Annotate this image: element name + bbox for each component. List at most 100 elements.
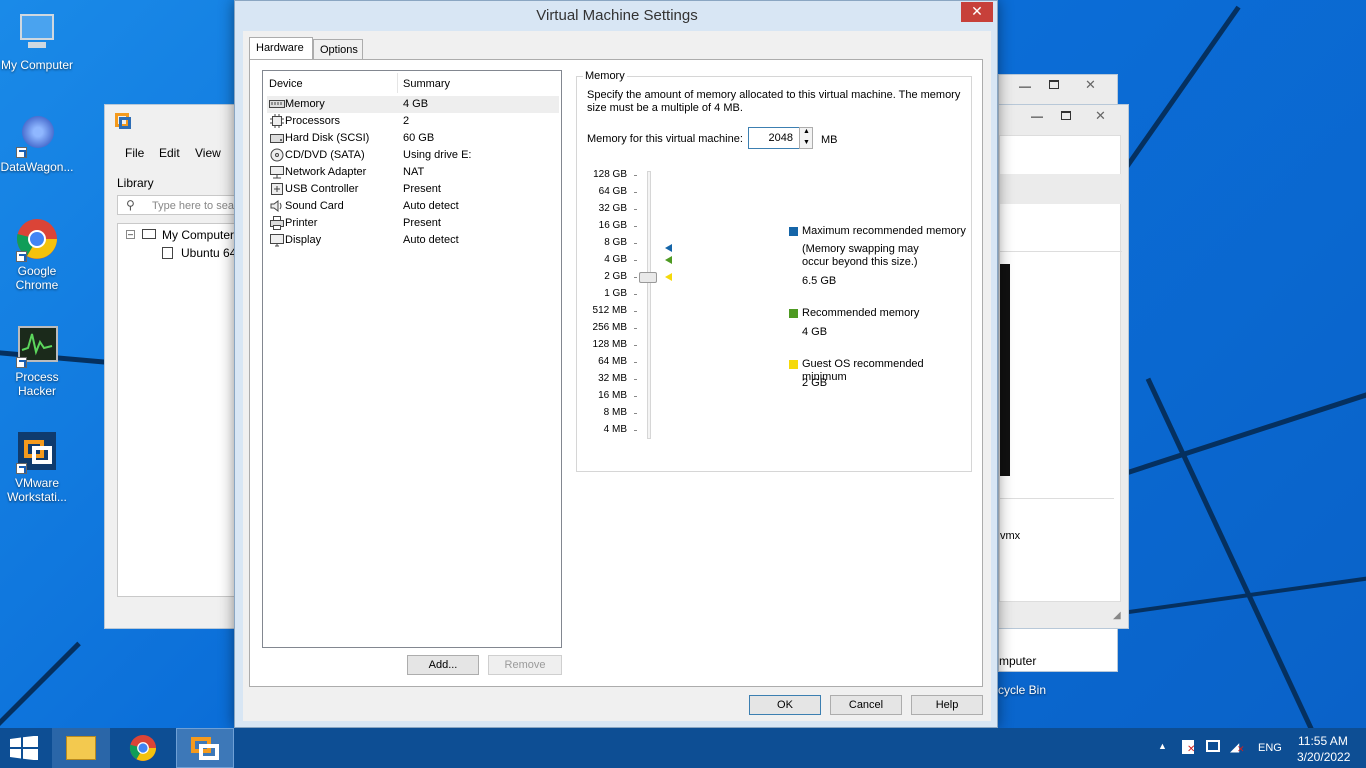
memory-tick-mark [634, 209, 637, 210]
library-label: Library [117, 176, 154, 190]
device-row-cd-dvd[interactable]: CD/DVD (SATA) Using drive E: [267, 147, 559, 164]
stepper-down-icon[interactable]: ▼ [803, 139, 810, 146]
desktop-icon-datawagon[interactable]: DataWagon... [0, 112, 74, 174]
dialog-close-button[interactable]: ✕ [961, 2, 993, 22]
tab-hardware[interactable]: Hardware [249, 37, 313, 59]
menu-view[interactable]: View [195, 146, 221, 160]
recycle-bin-label[interactable]: cycle Bin [998, 683, 1046, 697]
taskbar-chrome[interactable] [114, 728, 172, 768]
close-icon: ✕ [971, 3, 983, 19]
search-icon: ⚲ [126, 198, 135, 212]
tree-collapse-icon[interactable]: – [126, 230, 135, 239]
ok-button[interactable]: OK [749, 695, 821, 715]
device-name: Hard Disk (SCSI) [285, 132, 370, 144]
device-summary: Using drive E: [403, 149, 472, 161]
device-column-header[interactable]: Device [269, 78, 303, 90]
memory-tick-label: 256 MB [592, 322, 627, 333]
tray-action-center-icon[interactable]: ✕ [1182, 740, 1195, 755]
memory-tick-label: 4 GB [604, 254, 627, 265]
device-name: Sound Card [285, 200, 344, 212]
device-row-processors[interactable]: Processors 2 [267, 113, 559, 130]
help-button[interactable]: Help [911, 695, 983, 715]
resize-grip-icon[interactable]: ◢ [1113, 610, 1121, 621]
maximize-icon[interactable] [1061, 111, 1071, 120]
tree-item-my-computer[interactable]: My Computer [162, 228, 234, 242]
tray-date[interactable]: 3/20/2022 [1297, 750, 1350, 764]
add-device-button[interactable]: Add... [407, 655, 479, 675]
cancel-button[interactable]: Cancel [830, 695, 902, 715]
menu-file[interactable]: File [125, 146, 144, 160]
tray-time[interactable]: 11:55 AM [1298, 734, 1348, 748]
stepper-up-icon[interactable]: ▲ [803, 128, 810, 135]
device-name: Printer [285, 217, 318, 229]
maximize-icon[interactable] [1049, 80, 1059, 89]
start-button[interactable] [0, 728, 48, 768]
memory-tick-label: 32 MB [598, 373, 627, 384]
tray-volume-icon[interactable]: ◢ ✕ [1230, 740, 1245, 754]
close-icon[interactable]: ✕ [1095, 108, 1106, 124]
datawagon-icon [14, 112, 60, 158]
folder-icon [66, 736, 96, 760]
library-search-box[interactable]: ⚲ Type here to sea [117, 195, 243, 215]
memory-tick-label: 32 GB [598, 203, 627, 214]
memory-tick-label: 8 MB [603, 407, 627, 418]
memory-tick-label: 64 MB [598, 356, 627, 367]
library-tree: – My Computer Ubuntu 64 [117, 223, 243, 597]
vmx-text: vmx [1000, 530, 1021, 542]
device-row-printer[interactable]: Printer Present [267, 215, 559, 232]
taskbar-vmware[interactable] [176, 728, 234, 768]
my-computer-tree-icon [142, 229, 156, 239]
memory-stepper[interactable]: ▲ ▼ [799, 127, 813, 149]
memory-tick-mark [634, 226, 637, 227]
desktop-icon-google-chrome[interactable]: Google Chrome [0, 216, 74, 292]
desktop-icon-label: Process Hacker [15, 370, 59, 398]
device-list[interactable]: Device Summary Memory 4 GB Processors 2 [262, 70, 562, 648]
menu-edit[interactable]: Edit [159, 146, 180, 160]
memory-tick-label: 2 GB [604, 271, 627, 282]
device-row-hard-disk[interactable]: Hard Disk (SCSI) 60 GB [267, 130, 559, 147]
summary-column-header[interactable]: Summary [403, 78, 450, 90]
tab-options[interactable]: Options [313, 39, 363, 60]
vm-tree-icon [162, 247, 173, 259]
network-adapter-icon [270, 166, 284, 179]
memory-tick-label: 1 GB [604, 288, 627, 299]
device-row-network-adapter[interactable]: Network Adapter NAT [267, 164, 559, 181]
tray-language[interactable]: ENG [1258, 742, 1282, 754]
taskbar-file-explorer[interactable] [52, 728, 110, 768]
memory-tick-label: 16 MB [598, 390, 627, 401]
memory-slider-thumb[interactable] [639, 272, 657, 283]
recommended-title: Recommended memory [802, 307, 920, 319]
cd-dvd-icon [270, 148, 284, 162]
memory-slider-track[interactable] [647, 171, 651, 439]
dialog-title: Virtual Machine Settings [536, 7, 698, 24]
tray-show-hidden-icon[interactable]: ▲ [1158, 741, 1167, 751]
desktop-icon-my-computer[interactable]: My Computer [0, 10, 74, 72]
device-name: Network Adapter [285, 166, 367, 178]
max-recommended-swatch [789, 227, 798, 236]
minimize-icon[interactable]: — [1019, 79, 1031, 93]
usb-icon [271, 183, 283, 195]
desktop-icon-process-hacker[interactable]: Process Hacker [0, 322, 74, 398]
device-row-display[interactable]: Display Auto detect [267, 232, 559, 249]
printer-icon [270, 216, 284, 230]
memory-tick-label: 128 GB [593, 169, 627, 180]
remove-device-button[interactable]: Remove [488, 655, 562, 675]
memory-tick-mark [634, 311, 637, 312]
memory-tick-label: 512 MB [592, 305, 627, 316]
device-row-sound-card[interactable]: Sound Card Auto detect [267, 198, 559, 215]
device-row-memory[interactable]: Memory 4 GB [267, 96, 559, 113]
desktop-icon-label: My Computer [0, 58, 74, 72]
close-icon[interactable]: ✕ [1085, 77, 1096, 93]
recommended-marker-icon [665, 256, 672, 264]
memory-input[interactable]: 2048 [748, 127, 800, 149]
my-computer-icon [14, 10, 60, 56]
desktop-icon-vmware[interactable]: VMware Workstati... [0, 428, 74, 504]
device-summary: NAT [403, 166, 425, 178]
max-recommended-marker-icon [665, 244, 672, 253]
device-row-usb-controller[interactable]: USB Controller Present [267, 181, 559, 198]
minimize-icon[interactable]: — [1031, 109, 1043, 123]
memory-icon [269, 100, 285, 108]
chrome-icon [129, 734, 157, 762]
tree-item-ubuntu[interactable]: Ubuntu 64 [181, 246, 236, 260]
tray-network-icon[interactable] [1206, 740, 1220, 752]
